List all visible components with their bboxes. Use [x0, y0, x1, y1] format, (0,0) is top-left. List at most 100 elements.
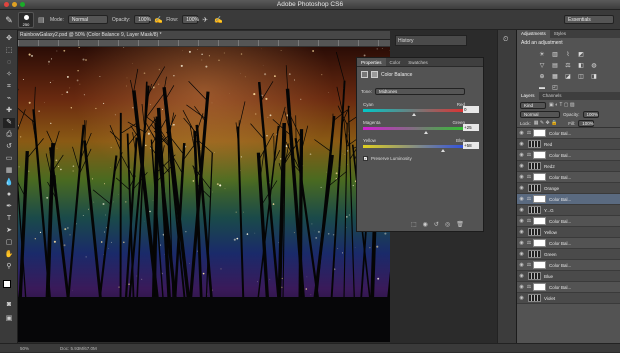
- layer-name[interactable]: Color Bal...: [549, 175, 571, 180]
- tab-layers[interactable]: Layers: [517, 92, 539, 100]
- layer-name[interactable]: Color Bal...: [549, 285, 571, 290]
- layer-visibility-icon[interactable]: ◉: [517, 240, 526, 246]
- layer-visibility-icon[interactable]: ◉: [517, 130, 526, 136]
- pressure-size-icon[interactable]: ✍: [214, 16, 222, 24]
- tab-properties[interactable]: Properties: [357, 58, 386, 66]
- selective-color-icon[interactable]: ◰: [550, 84, 560, 92]
- tab-adjustments[interactable]: Adjustments: [517, 30, 550, 38]
- brightness-icon[interactable]: ☀: [537, 51, 547, 59]
- tone-select[interactable]: Midtones: [375, 88, 465, 95]
- visibility-icon[interactable]: ◎: [445, 221, 450, 228]
- layer-name[interactable]: Color Bal...: [549, 219, 571, 224]
- slider-thumb[interactable]: [441, 149, 445, 152]
- layer-mask-thumbnail[interactable]: [533, 283, 546, 291]
- path-select-tool-icon[interactable]: ➤: [3, 226, 15, 236]
- blur-tool-icon[interactable]: 💧: [3, 178, 15, 188]
- layer-row[interactable]: ◉Red: [517, 139, 620, 150]
- layer-name[interactable]: Red: [544, 142, 552, 147]
- layer-visibility-icon[interactable]: ◉: [517, 174, 526, 180]
- history-brush-tool-icon[interactable]: ↺: [3, 142, 15, 152]
- layer-mask-thumbnail[interactable]: [533, 217, 546, 225]
- layer-visibility-icon[interactable]: ◉: [517, 185, 526, 191]
- layer-row[interactable]: ◉ Y...G: [517, 205, 620, 216]
- pen-tool-icon[interactable]: ✒: [3, 202, 15, 212]
- layer-name[interactable]: Orange: [544, 186, 559, 191]
- layer-visibility-icon[interactable]: ◉: [517, 273, 526, 279]
- preserve-luminosity-checkbox[interactable]: ✓: [363, 156, 368, 161]
- lock-icons[interactable]: ▦ ✎ ✥ 🔒: [534, 120, 558, 126]
- layer-visibility-icon[interactable]: ◉: [517, 251, 526, 257]
- threshold-icon[interactable]: ◨: [589, 73, 599, 81]
- layer-mask-thumbnail[interactable]: [533, 195, 546, 203]
- screen-mode-icon[interactable]: ▣: [3, 314, 15, 324]
- curves-icon[interactable]: ⌇: [563, 51, 573, 59]
- layer-thumbnail[interactable]: [528, 228, 541, 236]
- foreground-color-swatch[interactable]: [3, 280, 11, 288]
- color-balance-icon[interactable]: ⚖: [563, 62, 573, 70]
- brush-panel-toggle-icon[interactable]: ▤: [38, 16, 46, 24]
- slider-value-field[interactable]: +58: [463, 142, 479, 149]
- layer-row[interactable]: ◉⚖Color Bal...: [517, 238, 620, 249]
- layer-name[interactable]: Y...G: [544, 208, 554, 213]
- layer-visibility-icon[interactable]: ◉: [517, 284, 526, 290]
- layer-name[interactable]: Red2: [544, 164, 555, 169]
- layer-name[interactable]: Violet: [544, 296, 555, 301]
- tab-color[interactable]: Color: [386, 58, 405, 66]
- gradient-map-icon[interactable]: ▬: [537, 84, 547, 92]
- layer-mask-icon[interactable]: [371, 71, 378, 78]
- slider-value-field[interactable]: +25: [463, 124, 479, 131]
- exposure-icon[interactable]: ◩: [576, 51, 586, 59]
- layer-row[interactable]: ◉ Green: [517, 249, 620, 260]
- slider-value-field[interactable]: 0: [463, 106, 479, 113]
- airbrush-icon[interactable]: ✈: [202, 16, 210, 24]
- brush-tool-icon[interactable]: ✎: [3, 118, 15, 128]
- layer-mask-thumbnail[interactable]: [533, 151, 546, 159]
- reset-icon[interactable]: ↺: [434, 221, 439, 228]
- document-canvas[interactable]: [18, 47, 390, 342]
- layer-visibility-icon[interactable]: ◉: [517, 218, 526, 224]
- layer-thumbnail[interactable]: [528, 250, 541, 258]
- layer-name[interactable]: Color Bal...: [549, 241, 571, 246]
- hand-tool-icon[interactable]: ✋: [3, 250, 15, 260]
- tab-styles[interactable]: Styles: [550, 30, 570, 38]
- layer-mask-thumbnail[interactable]: [533, 129, 546, 137]
- workspace-select[interactable]: Essentials: [564, 15, 614, 24]
- layer-name[interactable]: Color Bal...: [549, 153, 571, 158]
- layer-visibility-icon[interactable]: ◉: [517, 163, 526, 169]
- zoom-tool-icon[interactable]: ⚲: [3, 262, 15, 272]
- clone-stamp-tool-icon[interactable]: ⎙: [3, 130, 15, 140]
- opacity-field[interactable]: 100%: [134, 15, 150, 24]
- layer-visibility-icon[interactable]: ◉: [517, 152, 526, 158]
- layer-visibility-icon[interactable]: ◉: [517, 196, 526, 202]
- layer-visibility-icon[interactable]: ◉: [517, 207, 526, 213]
- layer-row[interactable]: ◉⚖Color Bal...: [517, 282, 620, 293]
- layer-row[interactable]: ◉ Orange: [517, 183, 620, 194]
- document-tab[interactable]: RainbowGalaxy2.psd @ 50% (Color Balance …: [18, 31, 390, 40]
- blend-mode-select[interactable]: Normal: [520, 111, 560, 118]
- color-balance-slider[interactable]: [363, 127, 465, 130]
- layer-thumbnail[interactable]: [528, 272, 541, 280]
- layer-thumbnail[interactable]: [528, 162, 541, 170]
- layer-row[interactable]: ◉ Blue: [517, 271, 620, 282]
- layer-row[interactable]: ◉⚖Color Bal...: [517, 150, 620, 161]
- layer-name[interactable]: Color Bal...: [549, 131, 571, 136]
- layer-row[interactable]: ◉⚖Color Bal...: [517, 216, 620, 227]
- invert-icon[interactable]: ◪: [563, 73, 573, 81]
- delete-icon[interactable]: 🗑: [456, 221, 464, 228]
- layer-mask-thumbnail[interactable]: [533, 239, 546, 247]
- brush-tool-icon[interactable]: ✎: [4, 13, 14, 27]
- flow-field[interactable]: 100%: [182, 15, 198, 24]
- layer-visibility-icon[interactable]: ◉: [517, 295, 526, 301]
- posterize-icon[interactable]: ◫: [576, 73, 586, 81]
- layer-thumbnail[interactable]: [528, 184, 541, 192]
- filter-icons[interactable]: ▣ ◐ T ▢ ▨: [549, 102, 575, 108]
- layer-name[interactable]: Blue: [544, 274, 553, 279]
- layers-opacity-field[interactable]: 100%: [583, 111, 599, 118]
- layer-name[interactable]: Green: [544, 252, 557, 257]
- layer-row[interactable]: ◉⚖Color Bal...: [517, 194, 620, 205]
- layer-visibility-icon[interactable]: ◉: [517, 229, 526, 235]
- layer-mask-thumbnail[interactable]: [533, 261, 546, 269]
- layer-row[interactable]: ◉ Red2: [517, 161, 620, 172]
- slider-thumb[interactable]: [424, 131, 428, 134]
- hue-saturation-icon[interactable]: ▤: [550, 62, 560, 70]
